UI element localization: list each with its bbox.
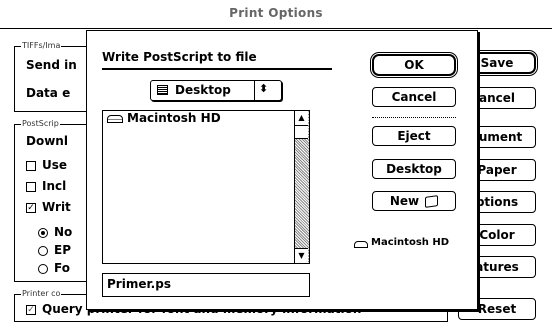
cancel-button[interactable]: Cancel: [372, 87, 456, 107]
eject-button[interactable]: Eject: [372, 126, 456, 146]
hard-disk-icon: [107, 115, 123, 123]
location-popup-label: Desktop: [175, 83, 231, 97]
file-list-item-label: Macintosh HD: [127, 111, 221, 125]
tiffs-group-title: TIFFs/Ima: [21, 41, 62, 50]
scroll-down-arrow[interactable]: ▼: [295, 248, 308, 263]
desktop-button[interactable]: Desktop: [372, 159, 456, 179]
disk-label: Macintosh HD: [371, 237, 450, 248]
scrollbar[interactable]: ▲ ▼: [294, 111, 309, 263]
location-popup[interactable]: Desktop ⬍: [150, 80, 282, 101]
data-encoding-label: Data e: [26, 86, 71, 100]
ok-button[interactable]: OK: [372, 54, 456, 76]
window-title-bar[interactable]: Print Options: [0, 0, 552, 29]
new-folder-label: New: [389, 194, 420, 208]
desktop-icon: [157, 85, 168, 95]
postscript-group-title: PostScrip: [21, 119, 60, 128]
dialog-separator: [372, 117, 456, 119]
use-label: Use: [42, 158, 68, 172]
filename-value: Primer.ps: [107, 277, 171, 291]
send-image-label: Send in: [26, 58, 77, 72]
download-label: Downl: [26, 134, 68, 148]
new-folder-button[interactable]: New: [372, 191, 456, 211]
radio-ep[interactable]: [38, 246, 48, 256]
radio-fo-label: Fo: [54, 261, 70, 275]
radio-no-label: No: [54, 225, 73, 239]
incl-checkbox[interactable]: [26, 182, 36, 192]
writ-checkbox[interactable]: ✓: [26, 203, 36, 213]
writ-label: Writ: [42, 200, 71, 214]
window-title: Print Options: [229, 6, 323, 20]
popup-divider: [254, 81, 255, 100]
folder-icon: [425, 194, 439, 208]
disk-icon: [354, 241, 368, 248]
radio-fo[interactable]: [38, 264, 48, 274]
radio-ep-label: EP: [54, 243, 71, 257]
dialog-title-rule: [102, 68, 332, 70]
use-checkbox[interactable]: [26, 161, 36, 171]
file-list[interactable]: Macintosh HD ▲ ▼: [102, 110, 310, 264]
dialog-title: Write PostScript to file: [102, 50, 257, 64]
chevron-up-down-icon: ⬍: [259, 82, 269, 95]
query-checkbox[interactable]: ✓: [26, 305, 36, 315]
radio-no[interactable]: [38, 228, 48, 238]
incl-label: Incl: [42, 179, 67, 193]
filename-field[interactable]: Primer.ps: [102, 273, 310, 297]
printer-group-title: Printer co: [21, 289, 62, 298]
scroll-thumb[interactable]: [295, 126, 308, 139]
scroll-up-arrow[interactable]: ▲: [295, 111, 308, 126]
